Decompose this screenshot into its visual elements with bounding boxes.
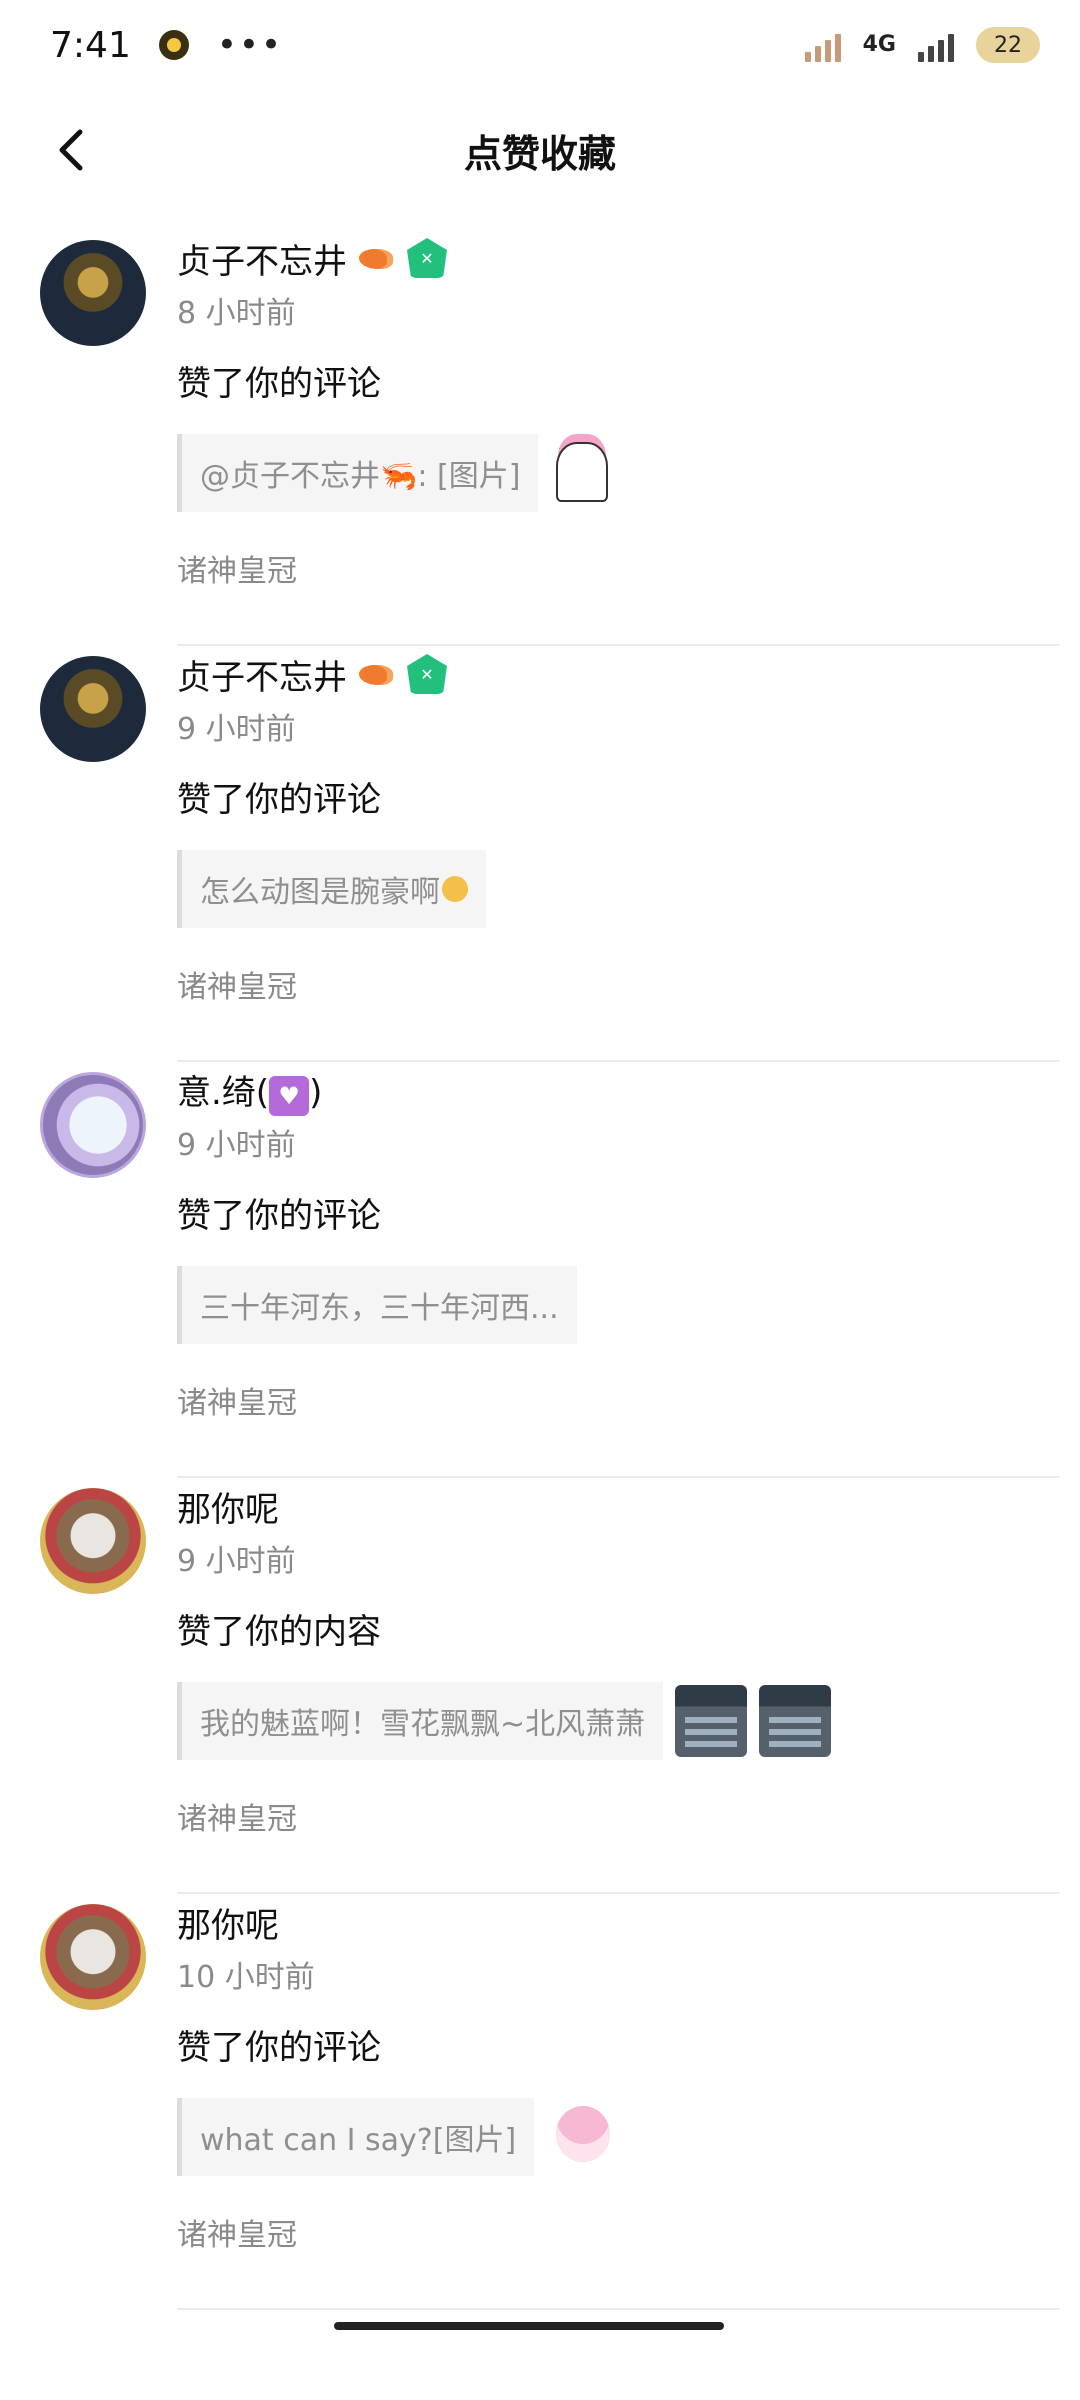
user-name[interactable]: 贞子不忘井 bbox=[177, 650, 347, 699]
timestamp: 9 小时前 bbox=[177, 1128, 296, 1163]
battery-level: 22 bbox=[994, 32, 1022, 58]
list-item[interactable]: 贞子不忘井 ✕ 9 小时前 赞了你的评论 怎么动图是腕豪啊 诸神皇冠 bbox=[0, 646, 1080, 1062]
quote-text: 三十年河东，三十年河西... bbox=[177, 1266, 577, 1344]
quoted-content[interactable]: 三十年河东，三十年河西... bbox=[177, 1266, 1060, 1344]
avatar[interactable] bbox=[40, 656, 146, 762]
name-row: 贞子不忘井 ✕ bbox=[177, 646, 1060, 702]
quote-text: @贞子不忘井🦐: [图片] bbox=[177, 434, 539, 512]
heart-icon: ♥ bbox=[269, 1075, 310, 1116]
timestamp: 9 小时前 bbox=[177, 712, 296, 747]
action-text: 赞了你的评论 bbox=[177, 364, 381, 404]
name-row: 意.绮(♥) bbox=[177, 1062, 1060, 1118]
action-text: 赞了你的内容 bbox=[177, 1612, 381, 1652]
name-row: 贞子不忘井 ✕ bbox=[177, 230, 1060, 286]
quoted-content[interactable]: 我的魅蓝啊！雪花飘飘~北风萧萧 bbox=[177, 1682, 1060, 1760]
quoted-content[interactable]: @贞子不忘井🦐: [图片] bbox=[177, 434, 1060, 512]
timestamp: 8 小时前 bbox=[177, 296, 296, 331]
forum-name[interactable]: 诸神皇冠 bbox=[177, 1794, 1060, 1838]
name-row: 那你呢 bbox=[177, 1478, 1060, 1534]
avatar[interactable] bbox=[40, 240, 146, 346]
status-bar: 7:41 ••• 4G 22 bbox=[0, 0, 1080, 90]
item-content: 意.绮(♥) 9 小时前 赞了你的评论 三十年河东，三十年河西... 诸神皇冠 bbox=[177, 1062, 1060, 1422]
avatar[interactable] bbox=[40, 1904, 146, 2010]
item-content: 那你呢 9 小时前 赞了你的内容 我的魅蓝啊！雪花飘飘~北风萧萧 诸神皇冠 bbox=[177, 1478, 1060, 1838]
forum-name[interactable]: 诸神皇冠 bbox=[177, 1378, 1060, 1422]
action-text: 赞了你的评论 bbox=[177, 780, 381, 820]
back-button[interactable] bbox=[42, 120, 102, 180]
forum-name[interactable]: 诸神皇冠 bbox=[177, 546, 1060, 590]
forum-name[interactable]: 诸神皇冠 bbox=[177, 2210, 1060, 2254]
status-right: 4G 22 bbox=[804, 27, 1040, 63]
name-row: 那你呢 bbox=[177, 1894, 1060, 1950]
item-content: 贞子不忘井 ✕ 8 小时前 赞了你的评论 @贞子不忘井🦐: [图片] 诸神皇冠 bbox=[177, 230, 1060, 590]
quote-text: 怎么动图是腕豪啊 bbox=[200, 875, 440, 910]
network-type: 4G bbox=[862, 32, 896, 57]
action-text: 赞了你的评论 bbox=[177, 1196, 381, 1236]
page-title: 点赞收藏 bbox=[463, 131, 616, 176]
user-name[interactable]: 意.绮(♥) bbox=[177, 1065, 322, 1116]
quote-text: 我的魅蓝啊！雪花飘飘~北风萧萧 bbox=[177, 1682, 664, 1760]
clock: 7:41 bbox=[50, 24, 131, 66]
emoji-face-icon bbox=[442, 876, 468, 902]
game-badge-icon: ✕ bbox=[407, 238, 447, 278]
app-notification-icon bbox=[158, 30, 189, 60]
forum-name[interactable]: 诸神皇冠 bbox=[177, 962, 1060, 1006]
image-thumbnail[interactable] bbox=[759, 1685, 832, 1757]
page-header: 点赞收藏 bbox=[0, 90, 1080, 210]
action-text: 赞了你的评论 bbox=[177, 2028, 381, 2068]
list-item[interactable]: 那你呢 9 小时前 赞了你的内容 我的魅蓝啊！雪花飘飘~北风萧萧 诸神皇冠 bbox=[0, 1478, 1080, 1894]
quote-text: what can I say?[图片] bbox=[177, 2098, 535, 2176]
cell-signal-icon bbox=[918, 28, 954, 62]
user-name[interactable]: 那你呢 bbox=[177, 1482, 279, 1531]
list-item[interactable]: 贞子不忘井 ✕ 8 小时前 赞了你的评论 @贞子不忘井🦐: [图片] 诸神皇冠 bbox=[0, 230, 1080, 646]
avatar[interactable] bbox=[40, 1488, 146, 1594]
quote-box: 怎么动图是腕豪啊 bbox=[177, 850, 486, 928]
more-notifications-icon: ••• bbox=[216, 25, 284, 65]
quoted-content[interactable]: what can I say?[图片] bbox=[177, 2098, 1060, 2176]
item-content: 贞子不忘井 ✕ 9 小时前 赞了你的评论 怎么动图是腕豪啊 诸神皇冠 bbox=[177, 646, 1060, 1006]
home-indicator[interactable] bbox=[334, 2322, 724, 2330]
quoted-content[interactable]: 怎么动图是腕豪啊 bbox=[177, 850, 1060, 928]
user-name[interactable]: 那你呢 bbox=[177, 1898, 279, 1947]
sticker-image-icon bbox=[546, 2100, 620, 2174]
status-left: 7:41 ••• bbox=[50, 25, 283, 66]
battery-icon: 22 bbox=[976, 27, 1040, 63]
avatar[interactable] bbox=[40, 1072, 146, 1178]
likes-list: 贞子不忘井 ✕ 8 小时前 赞了你的评论 @贞子不忘井🦐: [图片] 诸神皇冠 … bbox=[0, 230, 1080, 2310]
shrimp-icon bbox=[357, 243, 397, 273]
chevron-left-icon bbox=[59, 129, 83, 171]
divider bbox=[177, 2308, 1060, 2310]
shrimp-icon bbox=[357, 659, 397, 689]
wifi-signal-icon bbox=[804, 28, 841, 62]
timestamp: 9 小时前 bbox=[177, 1544, 296, 1579]
sticker-image-icon bbox=[550, 436, 630, 510]
user-name[interactable]: 贞子不忘井 bbox=[177, 234, 347, 283]
timestamp: 10 小时前 bbox=[177, 1960, 315, 1995]
game-badge-icon: ✕ bbox=[407, 654, 447, 694]
list-item[interactable]: 意.绮(♥) 9 小时前 赞了你的评论 三十年河东，三十年河西... 诸神皇冠 bbox=[0, 1062, 1080, 1478]
item-content: 那你呢 10 小时前 赞了你的评论 what can I say?[图片] 诸神… bbox=[177, 1894, 1060, 2254]
image-thumbnail[interactable] bbox=[675, 1685, 748, 1757]
list-item[interactable]: 那你呢 10 小时前 赞了你的评论 what can I say?[图片] 诸神… bbox=[0, 1894, 1080, 2310]
